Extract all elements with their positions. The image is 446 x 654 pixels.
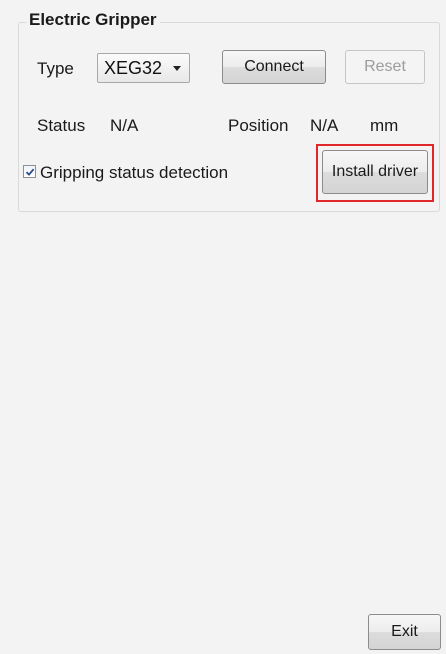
electric-gripper-window: Electric Gripper Type XEG32 Connect Rese… xyxy=(0,0,446,654)
connect-button[interactable]: Connect xyxy=(222,50,326,84)
checkmark-icon xyxy=(25,168,35,176)
status-value: N/A xyxy=(110,116,139,135)
exit-button[interactable]: Exit xyxy=(368,614,441,650)
gripping-detection-label[interactable]: Gripping status detection xyxy=(40,163,228,183)
position-label: Position xyxy=(228,116,289,135)
chevron-down-icon xyxy=(173,66,181,71)
type-combobox[interactable]: XEG32 xyxy=(97,53,190,83)
gripping-detection-checkbox[interactable] xyxy=(23,165,36,178)
status-label: Status xyxy=(37,116,86,135)
position-unit: mm xyxy=(370,116,399,135)
install-driver-button[interactable]: Install driver xyxy=(322,150,428,194)
reset-button[interactable]: Reset xyxy=(345,50,425,84)
group-title: Electric Gripper xyxy=(26,10,160,30)
type-label: Type xyxy=(37,59,74,78)
position-value: N/A xyxy=(310,116,339,135)
type-combobox-value: XEG32 xyxy=(104,57,163,78)
